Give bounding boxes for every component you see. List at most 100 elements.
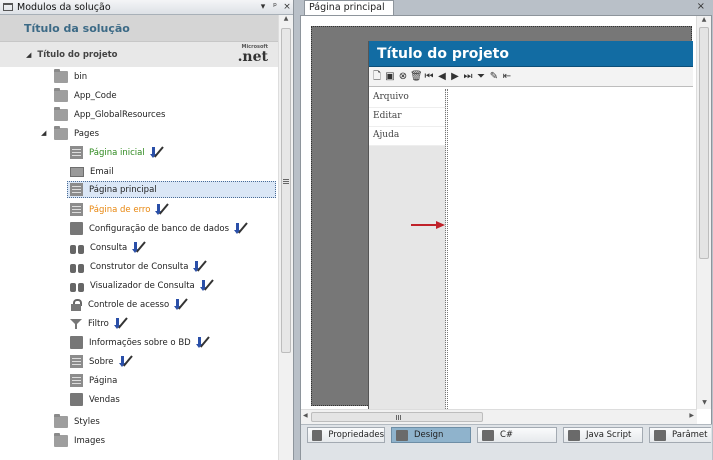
new-icon[interactable]: 🗋 xyxy=(371,71,383,83)
close-icon[interactable]: × xyxy=(697,1,705,12)
edit-download-icon[interactable] xyxy=(199,278,214,292)
dropdown-icon[interactable]: ▾ xyxy=(257,2,269,12)
tree-folder-styles[interactable]: Styles xyxy=(54,413,100,430)
tree-label: bin xyxy=(74,71,88,82)
last-icon[interactable]: ⏭ xyxy=(462,71,474,83)
scroll-right-icon[interactable]: ▶ xyxy=(689,412,694,419)
tree-folder-pages[interactable]: Pages xyxy=(54,125,99,142)
tree-item-pagina-erro[interactable]: Página de erro xyxy=(70,201,170,218)
save-icon[interactable]: ▣ xyxy=(384,71,396,83)
expand-triangle-icon[interactable]: ◢ xyxy=(41,129,46,137)
properties-icon xyxy=(312,429,323,441)
tab-pagina-principal[interactable]: Página principal xyxy=(304,0,394,15)
edit-download-icon[interactable] xyxy=(155,202,170,216)
tree-label: Construtor de Consulta xyxy=(90,261,189,272)
tab-design[interactable]: Design xyxy=(391,427,471,443)
tree-label: Página inicial xyxy=(89,147,145,158)
folder-icon xyxy=(54,125,68,140)
expand-triangle-icon[interactable]: ◢ xyxy=(26,51,31,59)
prev-icon[interactable]: ◀ xyxy=(436,71,448,83)
tree-label: Sobre xyxy=(89,356,114,367)
edit-download-icon[interactable] xyxy=(234,221,248,235)
menu-item-editar[interactable]: Editar xyxy=(369,108,445,127)
tree-label: Visualizador de Consulta xyxy=(90,280,195,291)
parameters-icon xyxy=(654,429,666,441)
tree-item-pagina-inicial[interactable]: Página inicial xyxy=(70,144,164,161)
edit-download-icon[interactable] xyxy=(195,335,210,349)
next-icon[interactable]: ▶ xyxy=(449,71,461,83)
tree-label: Styles xyxy=(74,416,100,427)
scroll-left-icon[interactable]: ◀ xyxy=(303,412,308,419)
tree-vertical-scrollbar[interactable]: ▲ xyxy=(278,15,293,460)
tab-label: Página principal xyxy=(309,2,385,13)
tree-item-controle-acesso[interactable]: Controle de acesso xyxy=(70,296,188,313)
solution-tree: bin App_Code App_GlobalResources ◢ Pages… xyxy=(0,67,278,460)
tree-item-vendas[interactable]: Vendas xyxy=(70,391,120,408)
tab-label: C# xyxy=(500,430,514,440)
folder-icon xyxy=(54,68,68,83)
tree-item-config-bd[interactable]: Configuração de banco de dados xyxy=(70,220,248,237)
tree-item-pagina-principal[interactable]: Página principal xyxy=(67,181,276,198)
cancel-icon[interactable]: ⊗ xyxy=(397,71,409,83)
edit-download-icon[interactable] xyxy=(132,240,147,254)
tree-item-filtro[interactable]: Filtro xyxy=(70,315,128,332)
page-icon xyxy=(70,203,83,216)
edit-download-icon[interactable] xyxy=(113,316,128,330)
menu-item-ajuda[interactable]: Ajuda xyxy=(369,127,445,146)
edit-download-icon[interactable] xyxy=(118,354,133,368)
first-icon[interactable]: ⏮ xyxy=(423,71,435,83)
tree-item-consulta[interactable]: Consulta xyxy=(70,239,147,256)
app-side-menu: Arquivo Editar Ajuda xyxy=(369,89,446,411)
scroll-thumb[interactable] xyxy=(311,412,483,422)
close-icon[interactable]: × xyxy=(281,2,293,12)
pin-icon[interactable]: ᵖ xyxy=(269,2,281,12)
scroll-up-icon[interactable]: ▲ xyxy=(697,16,711,26)
tree-folder-app-code[interactable]: App_Code xyxy=(54,87,117,104)
tab-label: Design xyxy=(414,430,444,440)
window-icon xyxy=(3,3,13,11)
panel-title-bar: Modulos da solução ▾ ᵖ × xyxy=(0,0,293,15)
tree-item-info-bd[interactable]: Informações sobre o BD xyxy=(70,334,210,351)
document-horizontal-scrollbar[interactable]: ◀ ▶ xyxy=(301,409,697,424)
menu-item-arquivo[interactable]: Arquivo xyxy=(369,89,445,108)
solution-title[interactable]: Título da solução xyxy=(0,15,278,42)
sales-icon xyxy=(70,393,83,406)
project-node[interactable]: ◢ Título do projeto Microsoft .net xyxy=(0,42,278,67)
scroll-up-icon[interactable]: ▲ xyxy=(279,15,293,27)
tree-item-sobre[interactable]: Sobre xyxy=(70,353,133,370)
tab-csharp[interactable]: C# xyxy=(477,427,557,443)
tree-folder-bin[interactable]: bin xyxy=(54,68,87,85)
content-area xyxy=(447,89,693,411)
page-icon xyxy=(70,146,83,159)
tab-propriedades[interactable]: Propriedades xyxy=(307,427,385,443)
code-icon xyxy=(482,429,494,441)
tree-label: App_Code xyxy=(74,90,117,101)
tree-folder-app-global-resources[interactable]: App_GlobalResources xyxy=(54,106,165,123)
delete-icon[interactable]: 🗑 xyxy=(410,71,423,83)
tree-label: App_GlobalResources xyxy=(74,109,166,120)
design-canvas: Título do projeto 🗋 ▣ ⊗ 🗑 ⏮ ◀ ▶ ⏭ ⏷ ✎ ⇤ … xyxy=(311,26,693,411)
document-vertical-scrollbar[interactable]: ▲ ▼ xyxy=(696,16,711,409)
tab-label: Propriedades xyxy=(328,430,384,440)
scroll-thumb[interactable] xyxy=(281,28,291,353)
filter-icon[interactable]: ⏷ xyxy=(475,71,487,83)
edit-icon[interactable]: ✎ xyxy=(488,71,500,83)
tree-item-construtor[interactable]: Construtor de Consulta xyxy=(70,258,208,275)
scroll-down-icon[interactable]: ▼ xyxy=(697,399,712,409)
edit-download-icon[interactable] xyxy=(174,297,188,311)
tree-item-visualizador[interactable]: Visualizador de Consulta xyxy=(70,277,214,294)
tree-folder-images[interactable]: Images xyxy=(54,432,105,449)
panel-title: Modulos da solução xyxy=(17,1,111,13)
tree-item-email[interactable]: Email xyxy=(70,163,114,180)
tab-javascript[interactable]: Java Script xyxy=(563,427,643,443)
tree-label: Images xyxy=(74,435,106,446)
edit-download-icon[interactable] xyxy=(193,259,208,273)
binoculars-icon xyxy=(70,280,84,292)
edit-download-icon[interactable] xyxy=(149,145,164,159)
tree-item-pagina[interactable]: Página xyxy=(70,372,117,389)
tab-parametros[interactable]: Parâmet xyxy=(649,427,711,443)
folder-icon xyxy=(54,106,68,121)
exit-icon[interactable]: ⇤ xyxy=(501,71,513,83)
bottom-tab-bar: Propriedades Design C# Java Script Parâm… xyxy=(301,424,712,460)
scroll-thumb[interactable] xyxy=(699,27,709,259)
